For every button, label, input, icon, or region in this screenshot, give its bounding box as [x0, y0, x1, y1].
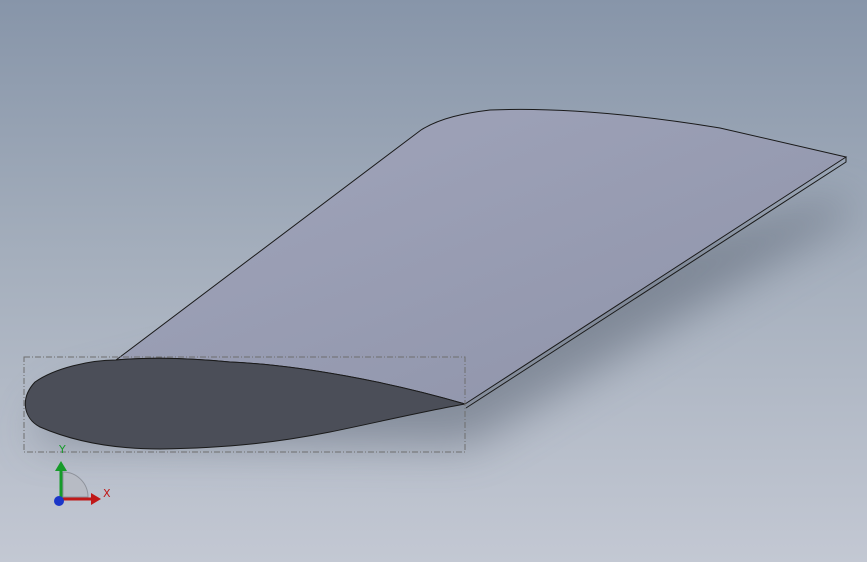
graphics-viewport[interactable]: Y X [0, 0, 867, 562]
model-scene[interactable]: Y X [0, 0, 867, 562]
z-axis-icon [54, 496, 64, 506]
y-axis-label: Y [58, 443, 66, 456]
x-axis-label: X [103, 487, 111, 500]
